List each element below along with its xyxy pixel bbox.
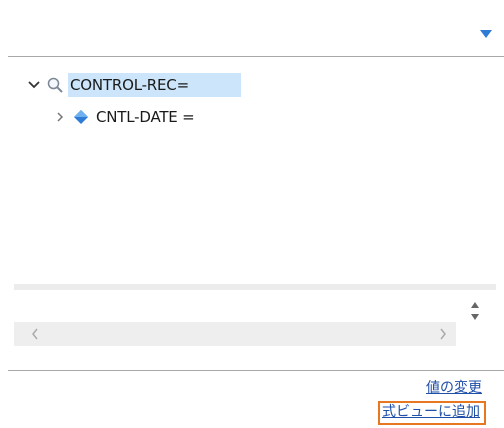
- scroll-right-arrow-icon[interactable]: [438, 326, 448, 342]
- detail-pane-top-edge: [14, 284, 496, 290]
- tree-row-cntl-date[interactable]: CNTL-DATE =: [52, 105, 195, 129]
- change-value-link[interactable]: 値の変更: [426, 377, 482, 397]
- scroll-left-arrow-icon[interactable]: [30, 326, 40, 342]
- tree-item-label[interactable]: CNTL-DATE =: [96, 105, 195, 129]
- view-header: [0, 0, 504, 56]
- tree-item-label[interactable]: CONTROL-REC=: [68, 73, 241, 97]
- horizontal-scrollbar[interactable]: [14, 322, 456, 346]
- footer-divider: [8, 370, 504, 371]
- view-menu-dropdown-icon[interactable]: [478, 27, 494, 41]
- variable-tree: CONTROL-REC= CNTL-DATE =: [0, 68, 504, 278]
- chevron-right-icon[interactable]: [52, 109, 68, 125]
- header-divider: [8, 56, 504, 57]
- magnifier-icon: [47, 77, 63, 93]
- chevron-down-icon[interactable]: [26, 77, 42, 93]
- diamond-variable-icon: [74, 110, 88, 124]
- scroll-up-arrow-icon[interactable]: [470, 298, 480, 324]
- add-to-expression-view-link[interactable]: 式ビューに追加: [378, 401, 486, 425]
- tree-row-control-rec[interactable]: CONTROL-REC=: [26, 73, 241, 97]
